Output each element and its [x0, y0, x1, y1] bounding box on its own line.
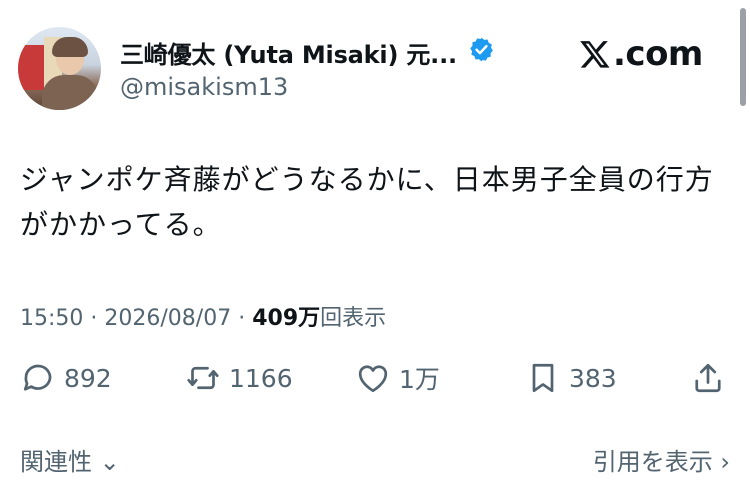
scrollbar-thumb[interactable]: [740, 8, 746, 106]
x-com-domain-text: .com: [613, 34, 703, 74]
author-avatar[interactable]: [18, 27, 101, 110]
tweet-text: ジャンポケ斉藤がどうなるかに、日本男子全員の行方がかかってる。: [20, 163, 714, 241]
x-com-logo[interactable]: .com: [578, 34, 703, 74]
bookmark-button[interactable]: 383: [525, 360, 617, 396]
reply-button[interactable]: 892: [20, 360, 112, 396]
bookmark-icon: [532, 363, 554, 393]
bookmark-count: 383: [569, 363, 617, 393]
chevron-right-icon: ›: [720, 448, 730, 476]
repost-icon: [187, 366, 219, 390]
meta-separator: ·: [90, 306, 98, 331]
tweet-date[interactable]: 2026/08/07: [104, 306, 231, 331]
meta-separator: ·: [238, 306, 246, 331]
quotes-label: 引用を表示: [592, 448, 713, 476]
x-logo-icon: [580, 41, 610, 68]
reply-icon: [23, 364, 52, 391]
heart-icon: [358, 365, 388, 393]
author-display-name[interactable]: 三崎優太 (Yuta Misaki) 元...: [120, 35, 457, 70]
share-button[interactable]: [690, 360, 726, 396]
like-count: 1万: [399, 365, 440, 394]
related-label: 関連性: [20, 448, 92, 476]
tweet-time[interactable]: 15:50: [20, 306, 83, 331]
views-label: 回表示: [320, 306, 387, 331]
like-button[interactable]: 1万: [355, 360, 440, 396]
repost-count: 1166: [229, 363, 293, 393]
tweet-meta: 15:50 · 2026/08/07 · 409万回表示: [20, 300, 386, 332]
chevron-down-icon: ⌄: [99, 448, 120, 476]
avatar-person-coat: [42, 75, 98, 110]
avatar-building-red: [18, 45, 44, 90]
views-count: 409万: [252, 306, 321, 331]
avatar-person-hair: [52, 37, 88, 57]
tweet-actions-bar: 892 1166 1万 383: [0, 360, 750, 404]
reply-count: 892: [64, 363, 112, 393]
repost-button[interactable]: 1166: [185, 360, 293, 396]
share-icon: [695, 363, 721, 393]
tweet-footer-row: 関連性 ⌄ 引用を表示 ›: [20, 442, 730, 482]
author-handle[interactable]: @misakism13: [120, 73, 288, 101]
verified-badge-icon: [470, 37, 493, 62]
